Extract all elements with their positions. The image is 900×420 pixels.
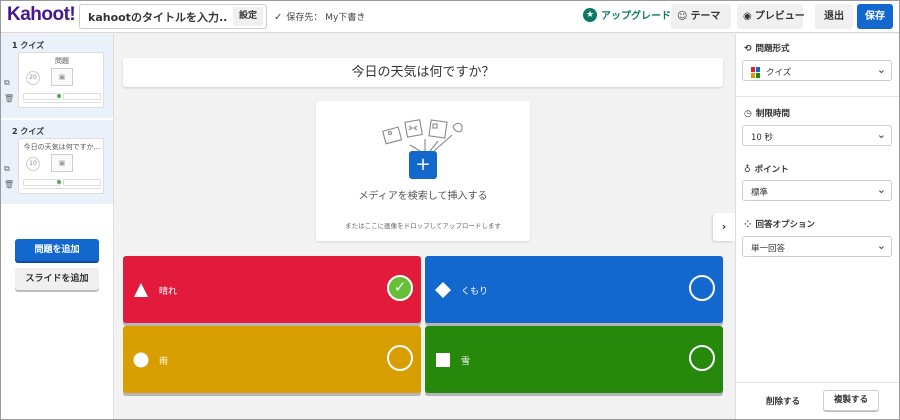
- save-status: ✓ 保存先： My下書き: [274, 12, 366, 23]
- square-icon: [436, 353, 450, 367]
- answer-text[interactable]: 晴れ: [159, 284, 177, 297]
- settings-panel: ⟲ 問題形式 クイズ ⌄ ◷ 制限時間 10 秒 ⌄ ♁ ポイント 標準 ⌄ ⁘ 回答オ…: [735, 34, 899, 419]
- theme-button[interactable]: ☺ テーマ: [671, 4, 731, 29]
- slide-sidebar: 1 クイズ ⧉ 🗑 問題 20 ▣ 2 クイズ ⧉ 🗑 今日の天気は何ですか..…: [1, 34, 114, 419]
- triangle-icon: [134, 283, 148, 297]
- question-type-label: ⟲ 問題形式: [744, 44, 790, 54]
- duplicate-icon[interactable]: ⧉: [4, 78, 10, 88]
- question-input[interactable]: 今日の天気は何ですか？: [123, 58, 723, 87]
- points-select[interactable]: 標準 ⌄: [742, 180, 892, 201]
- points-label: ♁ ポイント: [744, 165, 789, 175]
- chevron-down-icon: ⌄: [876, 183, 886, 196]
- thumb-answer-bar: [63, 93, 101, 100]
- circle-icon: [133, 352, 149, 368]
- correct-dot: [57, 180, 61, 184]
- correct-toggle[interactable]: [689, 275, 715, 301]
- app-window: Kahoot! kahootのタイトルを入力... 設定 ✓ 保存先： My下書き…: [0, 0, 900, 420]
- add-slide-button[interactable]: スライドを追加: [15, 268, 99, 290]
- grid-dots-icon: ⁘: [744, 220, 752, 230]
- media-drop-hint: またはここに画像をドロップしてアップロードします: [345, 222, 501, 230]
- time-limit-select[interactable]: 10 秒 ⌄: [742, 125, 892, 146]
- slide-label: 1 クイズ: [12, 41, 45, 50]
- thumb-answer-bar: [23, 179, 60, 186]
- slide-item[interactable]: 2 クイズ ⧉ 🗑 今日の天気は何ですか... 10 ▣: [1, 120, 113, 204]
- trash-icon[interactable]: 🗑: [4, 180, 14, 189]
- thumb-timer: 20: [26, 71, 40, 85]
- correct-toggle[interactable]: [689, 345, 715, 371]
- clock-icon: ◷: [744, 109, 752, 119]
- answer-4[interactable]: 雪: [425, 326, 723, 393]
- thumb-answer-bar: [63, 179, 101, 186]
- answer-text[interactable]: 雪: [461, 354, 470, 367]
- star-icon: ★: [583, 7, 597, 22]
- divider: [736, 96, 899, 97]
- answer-1[interactable]: 晴れ ✓: [123, 256, 421, 323]
- diamond-icon: [435, 282, 451, 298]
- eye-icon: ◉: [743, 11, 752, 22]
- settings-button[interactable]: 設定: [232, 7, 263, 26]
- medal-icon: ♁: [744, 165, 751, 175]
- answer-2[interactable]: くもり: [425, 256, 723, 323]
- palette-icon: ☺: [677, 11, 688, 22]
- delete-button[interactable]: 削除する: [766, 395, 800, 407]
- trash-icon[interactable]: 🗑: [4, 94, 14, 103]
- exit-button[interactable]: 退出: [815, 4, 853, 29]
- media-illustration-icon: [382, 119, 463, 152]
- top-bar: Kahoot! kahootのタイトルを入力... 設定 ✓ 保存先： My下書き…: [1, 1, 899, 33]
- slide-thumbnail[interactable]: 今日の天気は何ですか... 10 ▣: [18, 138, 104, 194]
- add-media-button[interactable]: +: [409, 151, 437, 179]
- answer-options-label: ⁘ 回答オプション: [744, 220, 816, 230]
- preview-button[interactable]: ◉ プレビュー: [737, 4, 805, 29]
- collapse-panel-button[interactable]: ›: [713, 213, 735, 241]
- answer-text[interactable]: 雨: [159, 354, 168, 367]
- chevron-down-icon: ⌄: [876, 63, 886, 76]
- add-question-button[interactable]: 問題を追加: [15, 239, 99, 261]
- answer-options-select[interactable]: 単一回答 ⌄: [742, 236, 892, 257]
- title-input[interactable]: kahootのタイトルを入力... 設定: [79, 4, 267, 29]
- correct-toggle[interactable]: [387, 345, 413, 371]
- upgrade-button[interactable]: ★ アップグレード: [583, 7, 671, 27]
- answer-text[interactable]: くもり: [461, 284, 488, 297]
- correct-toggle-checked[interactable]: ✓: [387, 275, 413, 301]
- answer-3[interactable]: 雨: [123, 326, 421, 393]
- chevron-down-icon: ⌄: [876, 128, 886, 141]
- duplicate-icon[interactable]: ⧉: [4, 164, 10, 174]
- thumb-title: 今日の天気は何ですか...: [23, 143, 101, 151]
- media-dropzone[interactable]: + メディアを検索して挿入する またはここに画像をドロップしてアップロードします: [316, 101, 530, 241]
- media-search-text[interactable]: メディアを検索して挿入する: [316, 187, 530, 202]
- thumb-answer-bar: [23, 93, 60, 100]
- slide-label: 2 クイズ: [12, 127, 45, 136]
- save-button[interactable]: 保存: [857, 4, 893, 29]
- duplicate-button[interactable]: 複製する: [823, 390, 879, 411]
- thumb-title: 問題: [55, 57, 69, 65]
- title-placeholder: kahootのタイトルを入力...: [88, 11, 228, 24]
- thumb-answer-bar: [23, 188, 101, 191]
- swap-icon: ⟲: [744, 44, 752, 54]
- slide-thumbnail[interactable]: 問題 20 ▣: [18, 52, 104, 108]
- thumb-timer: 10: [26, 157, 40, 171]
- time-limit-label: ◷ 制限時間: [744, 109, 790, 119]
- image-placeholder-icon: ▣: [51, 154, 73, 172]
- slide-item[interactable]: 1 クイズ ⧉ 🗑 問題 20 ▣: [1, 34, 113, 118]
- check-icon: ✓: [274, 12, 283, 23]
- question-type-select[interactable]: クイズ ⌄: [742, 60, 892, 81]
- kahoot-logo[interactable]: Kahoot!: [7, 4, 76, 26]
- thumb-answer-bar: [23, 102, 101, 105]
- quiz-icon: [751, 67, 760, 78]
- correct-dot: [57, 94, 61, 98]
- chevron-down-icon: ⌄: [876, 239, 886, 252]
- divider: [736, 382, 899, 383]
- image-placeholder-icon: ▣: [51, 68, 73, 86]
